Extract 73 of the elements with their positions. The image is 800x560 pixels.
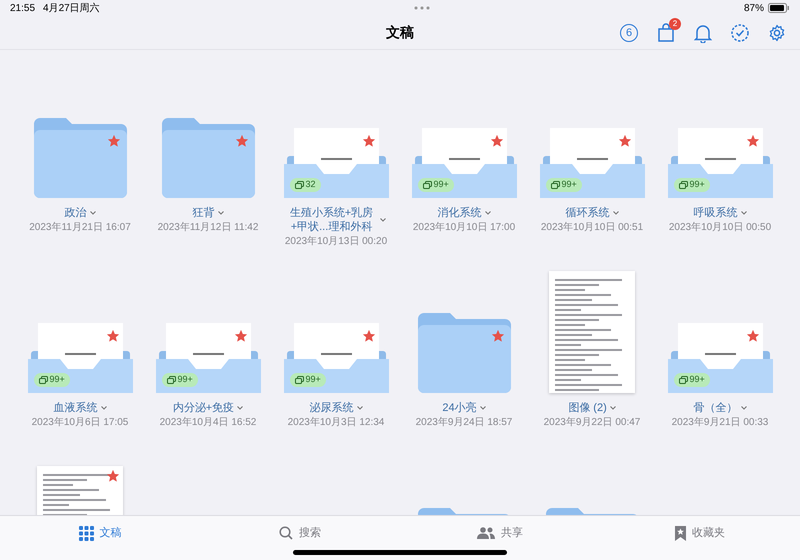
item-date: 2023年11月12日 11:42 (158, 221, 258, 235)
chevron-down-icon[interactable] (740, 406, 746, 410)
item-date: 2023年10月10日 00:51 (540, 221, 644, 235)
item-date: 2023年10月10日 17:00 (412, 221, 516, 235)
tab[interactable]: 搜索 (279, 524, 321, 542)
chevron-down-icon[interactable] (237, 406, 244, 410)
page-count-badge: 99+ (418, 178, 454, 192)
item-name[interactable]: 血液系统 (54, 401, 98, 415)
tab[interactable]: 收藏夹 (675, 524, 725, 542)
chevron-down-icon[interactable] (484, 211, 490, 215)
item-name[interactable]: 24小亮 (442, 401, 477, 415)
page-count-badge: 99+ (674, 178, 710, 192)
document-stack-drawing[interactable] (668, 128, 772, 198)
item-name[interactable]: 图像 (2) (568, 401, 607, 415)
chevron-down-icon[interactable] (610, 406, 616, 410)
page-count-badge: 99+ (34, 373, 70, 387)
page-title: 文稿 (386, 23, 414, 42)
document-stack-drawing[interactable] (668, 323, 772, 393)
item-name[interactable]: 内分泌+免疫 (172, 401, 234, 415)
item-date: 2023年10月10日 00:50 (668, 221, 772, 235)
page-count-badge: 99+ (674, 373, 710, 387)
item-name[interactable]: 泌尿系统 (310, 401, 354, 415)
item-name[interactable]: 生殖小系统+乳房+甲状...理和外科 (286, 206, 376, 234)
chevron-down-icon[interactable] (380, 218, 386, 222)
item-name[interactable]: 狂背 (192, 206, 214, 220)
chevron-down-icon[interactable] (480, 406, 486, 410)
item-date: 2023年9月22日 00:47 (544, 416, 640, 430)
chevron-down-icon[interactable] (356, 406, 362, 410)
grid-icon (78, 526, 94, 540)
item-date: 2023年11月21日 16:07 (29, 221, 131, 235)
document-stack-drawing[interactable] (156, 323, 260, 393)
document-stack-drawing[interactable] (284, 128, 388, 198)
item-date: 2023年9月21日 00:33 (672, 416, 768, 430)
page-count-badge: 99+ (290, 373, 326, 387)
page-count-badge: 99+ (162, 373, 198, 387)
item-date: 2023年9月24日 18:57 (416, 416, 512, 430)
chevron-down-icon[interactable] (218, 211, 224, 215)
item-date: 2023年10月6日 17:05 (32, 416, 128, 430)
document-stack-drawing[interactable] (28, 323, 132, 393)
chevron-down-icon[interactable] (100, 406, 106, 410)
dashed-check-circle-icon[interactable] (731, 24, 749, 42)
notification-badge: 2 (669, 18, 681, 30)
battery-percent: 87% (744, 2, 764, 16)
item-date: 2023年10月13日 00:20 (284, 235, 388, 249)
item-date: 2023年10月3日 12:34 (288, 416, 384, 430)
item-name[interactable]: 循环系统 (566, 206, 610, 220)
battery-icon (768, 3, 790, 13)
settings-icon[interactable] (768, 24, 786, 42)
people-icon (477, 527, 495, 539)
document-stack-drawing[interactable] (540, 128, 644, 198)
tab[interactable]: 共享 (477, 524, 523, 542)
item-name[interactable]: 呼吸系统 (694, 206, 738, 220)
chevron-down-icon[interactable] (90, 211, 96, 215)
bookmark-icon (675, 526, 686, 540)
bag-icon[interactable] (657, 23, 675, 43)
tab[interactable]: 文稿 (78, 524, 122, 542)
status-date: 4月27日周六 (43, 2, 100, 16)
chevron-down-icon[interactable] (740, 211, 746, 215)
chevron-down-icon[interactable] (612, 211, 618, 215)
item-date: 2023年10月4日 16:52 (160, 416, 256, 430)
search-icon (279, 526, 293, 540)
more-dots-icon[interactable] (414, 6, 430, 10)
page-count-badge: 32 (290, 178, 321, 192)
status-time: 21:55 (10, 2, 36, 16)
document-stack-drawing[interactable] (284, 323, 388, 393)
document-stack-drawing[interactable] (412, 128, 516, 198)
page-count-badge: 99+ (546, 178, 582, 192)
item-name[interactable]: 骨（全） (694, 401, 738, 415)
document-thumbnail[interactable] (549, 271, 635, 393)
item-name[interactable]: 政治 (64, 206, 86, 220)
item-name[interactable]: 消化系统 (438, 206, 482, 220)
counter-button[interactable]: 6 (620, 24, 638, 42)
bell-icon[interactable] (694, 23, 712, 43)
